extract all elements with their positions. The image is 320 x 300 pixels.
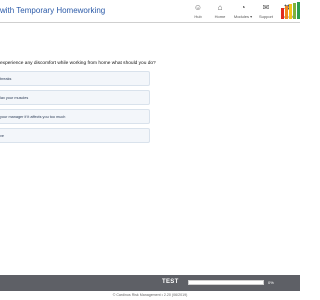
- test-label: TEST: [162, 279, 179, 285]
- brand-bar: [281, 8, 284, 19]
- nav-home[interactable]: ⌂ Home: [210, 3, 230, 21]
- top-header: with Temporary Homeworking ☺ Hub ⌂ Home …: [0, 0, 300, 23]
- progress-bar: [188, 280, 264, 285]
- question-text: experience any discomfort while working …: [0, 61, 156, 66]
- answer-option-4[interactable]: ve: [0, 128, 150, 143]
- brand-bar: [297, 2, 300, 19]
- nav-hub[interactable]: ☺ Hub: [188, 3, 208, 21]
- copyright-text: © Cardinus Risk Management • 2.20 (06/20…: [112, 293, 188, 297]
- home-icon: ⌂: [217, 3, 223, 12]
- brand-bar: [285, 6, 288, 19]
- dashboard-icon: ◔: [240, 3, 246, 12]
- brand-bar: [293, 3, 296, 19]
- nav-home-label: Home: [214, 14, 226, 19]
- answer-option-3[interactable]: your manager if it affects you too much: [0, 109, 150, 124]
- nav-hub-label: Hub: [194, 14, 202, 19]
- footer-bar: TEST 0%: [0, 275, 300, 291]
- nav-modules[interactable]: ◔ Modules ▾: [232, 3, 254, 21]
- page-title: with Temporary Homeworking: [0, 6, 106, 15]
- answer-option-1[interactable]: breaks: [0, 71, 150, 86]
- nav-support-label: Support: [258, 14, 273, 19]
- brand-logo: [280, 2, 300, 19]
- chat-icon: ✉: [262, 3, 270, 12]
- answer-options: breaks lax your muscles your manager if …: [0, 71, 150, 147]
- person-icon: ☺: [193, 3, 203, 12]
- nav-modules-label: Modules ▾: [233, 14, 253, 19]
- brand-bar: [289, 4, 292, 19]
- answer-option-2[interactable]: lax your muscles: [0, 90, 150, 105]
- nav-support[interactable]: ✉ Support: [256, 3, 276, 21]
- progress-percent: 0%: [268, 280, 274, 285]
